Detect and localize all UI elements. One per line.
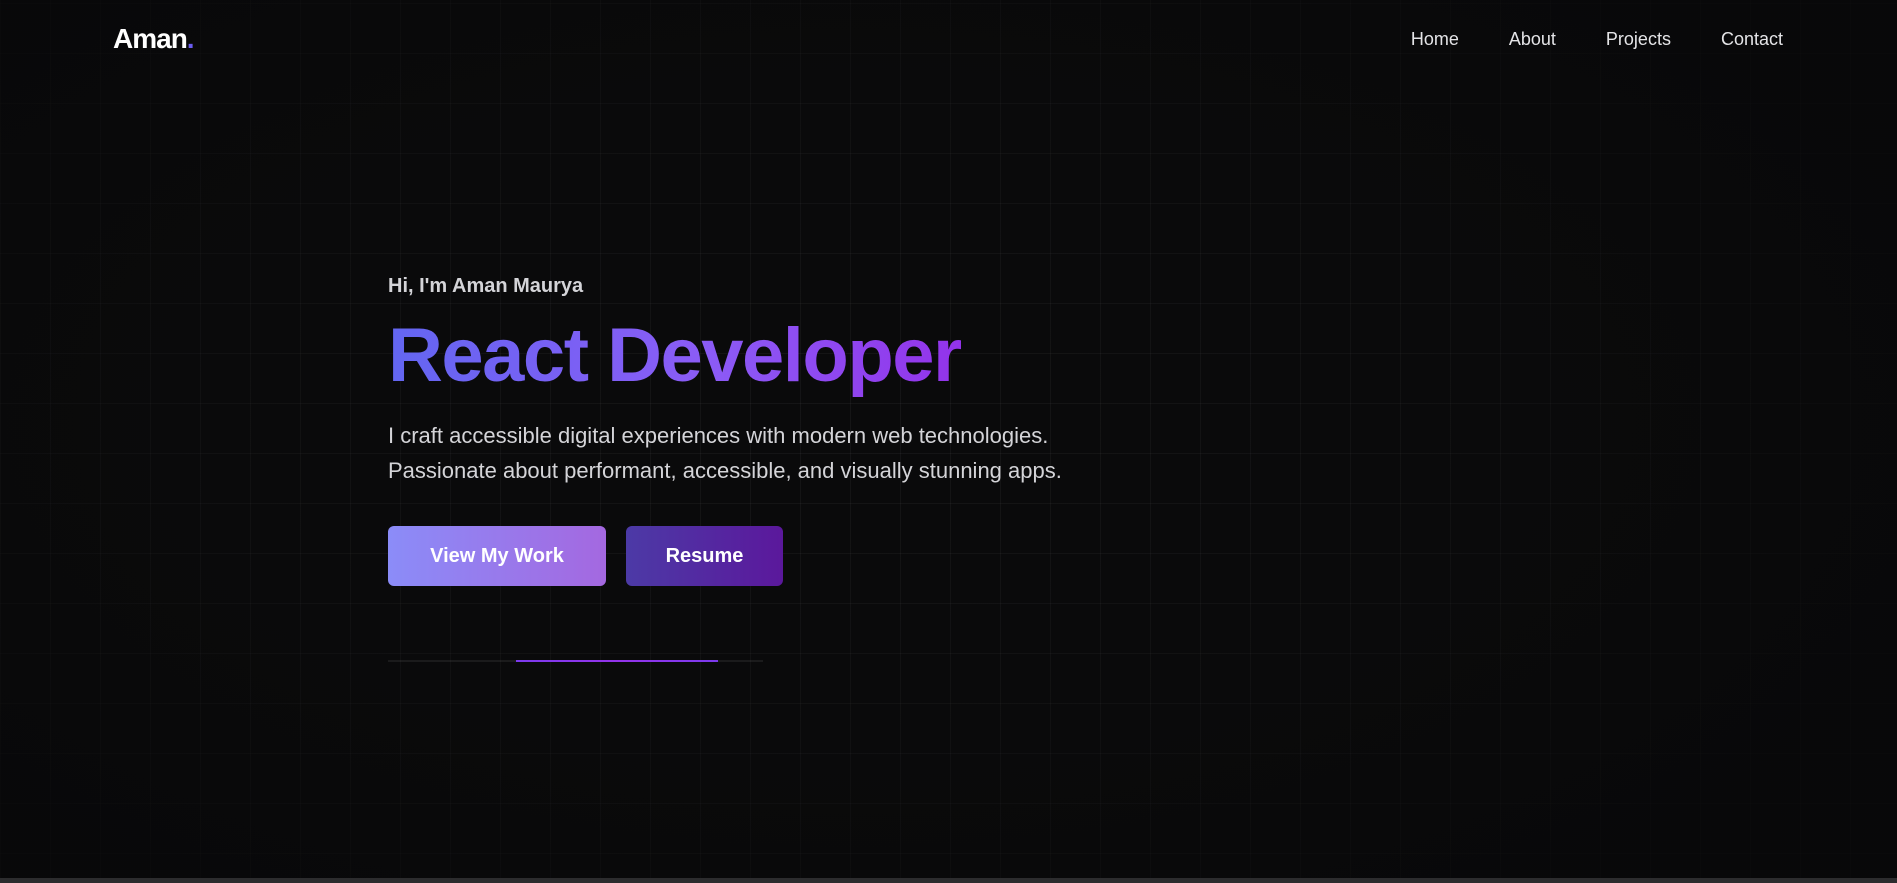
hero-actions: View My Work Resume: [388, 526, 1288, 586]
nav-link-contact[interactable]: Contact: [1721, 28, 1783, 50]
hero-description: I craft accessible digital experiences w…: [388, 418, 1288, 488]
logo-text: Aman: [113, 23, 188, 54]
top-navigation: Aman. Home About Projects Contact: [0, 0, 1897, 80]
hero-title: React Developer: [388, 313, 963, 398]
logo-dot: .: [186, 23, 195, 54]
hero-progress-track: [388, 660, 763, 662]
hero-description-line-2: Passionate about performant, accessible,…: [388, 458, 1062, 483]
nav-link-about[interactable]: About: [1509, 28, 1556, 50]
page-background: Aman. Home About Projects Contact Hi, I'…: [0, 0, 1897, 878]
view-my-work-button[interactable]: View My Work: [388, 526, 606, 586]
nav-links: Home About Projects Contact: [1411, 28, 1783, 50]
nav-link-projects[interactable]: Projects: [1606, 28, 1671, 50]
window-bottom-edge: [0, 878, 1897, 883]
site-logo[interactable]: Aman.: [113, 22, 195, 56]
hero-section: Hi, I'm Aman Maurya React Developer I cr…: [388, 272, 1288, 662]
hero-description-line-1: I craft accessible digital experiences w…: [388, 423, 1049, 448]
resume-button[interactable]: Resume: [626, 526, 783, 586]
hero-greeting: Hi, I'm Aman Maurya: [388, 275, 584, 297]
nav-link-home[interactable]: Home: [1411, 28, 1459, 50]
hero-progress-indicator: [515, 660, 718, 662]
